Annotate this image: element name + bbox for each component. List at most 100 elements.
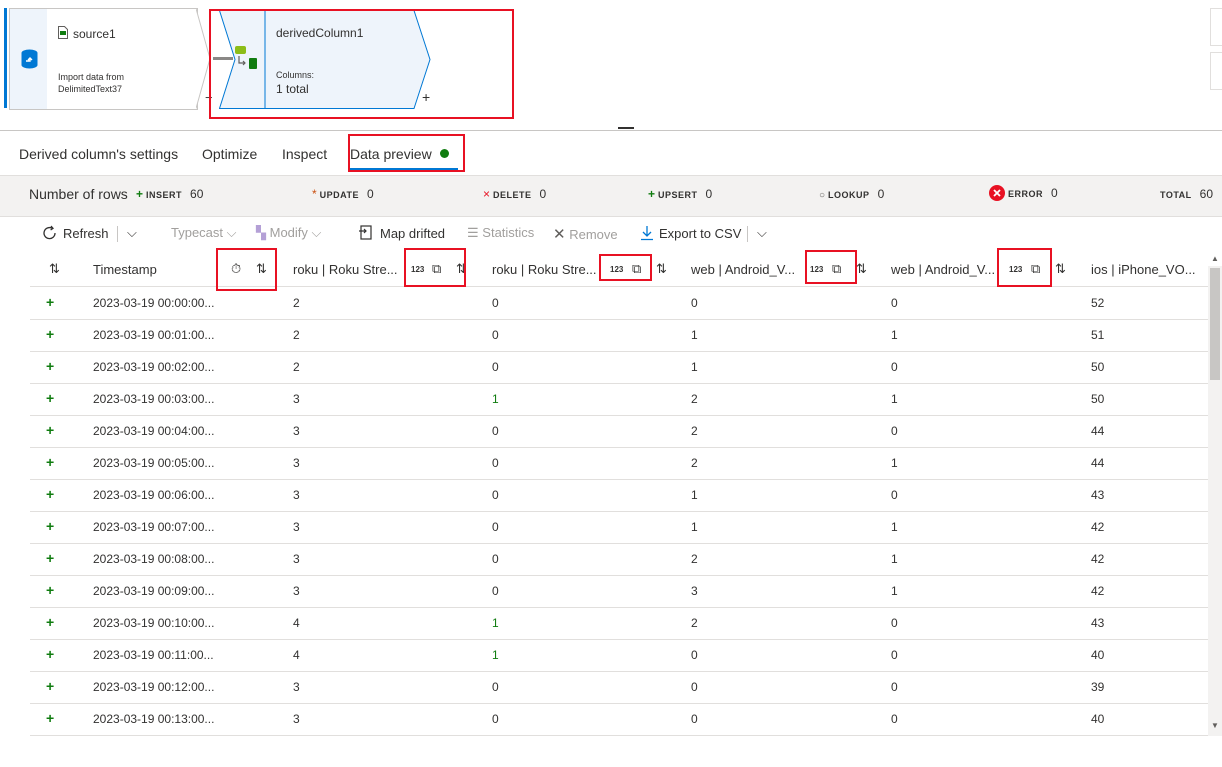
table-cell: 0: [891, 424, 898, 438]
table-row[interactable]: +2023-03-19 00:05:00... 3 0 2 1 44: [30, 447, 1208, 480]
table-cell: 0: [492, 360, 499, 374]
table-cell: 1: [691, 520, 698, 534]
table-cell: 42: [1091, 520, 1105, 534]
stat-error: ERROR 0: [989, 185, 1058, 201]
delete-icon: ×: [483, 187, 491, 201]
sort-all-icon[interactable]: ⇅: [49, 261, 60, 277]
scrollbar-thumb[interactable]: [1210, 268, 1220, 380]
table-row[interactable]: +2023-03-19 00:01:00... 2 0 1 1 51: [30, 319, 1208, 352]
insert-row-icon: +: [46, 518, 55, 534]
table-cell: 0: [891, 616, 898, 630]
table-cell: 3: [293, 456, 300, 470]
table-row[interactable]: +2023-03-19 00:07:00... 3 0 1 1 42: [30, 511, 1208, 544]
insert-row-icon: +: [46, 454, 55, 470]
table-cell: 2023-03-19 00:11:00...: [93, 648, 214, 662]
table-cell: 0: [492, 296, 499, 310]
table-cell: 0: [492, 424, 499, 438]
table-cell: 1: [691, 328, 698, 342]
typecast-chevron-icon: ⌵: [226, 225, 237, 240]
stat-delete: × DELETE 0: [483, 187, 547, 201]
column-header-timestamp[interactable]: Timestamp: [93, 262, 157, 277]
source-node-dataset: DelimitedText37: [58, 84, 123, 94]
table-row[interactable]: +2023-03-19 00:11:00... 4 1 0 0 40: [30, 639, 1208, 672]
stat-update: * UPDATE 0: [312, 187, 374, 201]
statistics-button[interactable]: ☰ Statistics: [467, 225, 534, 241]
export-options-chevron-icon[interactable]: ⌵: [757, 225, 767, 241]
table-cell: 1: [492, 648, 499, 662]
export-csv-button[interactable]: Export to CSV: [640, 225, 741, 241]
table-cell: 1: [492, 392, 499, 406]
table-cell: 40: [1091, 648, 1105, 662]
table-cell: 0: [492, 712, 499, 726]
insert-row-icon: +: [46, 614, 55, 630]
table-row[interactable]: +2023-03-19 00:13:00... 3 0 0 0 40: [30, 703, 1208, 736]
insert-row-icon: +: [46, 550, 55, 566]
modify-button[interactable]: ▚ Modify ⌵: [256, 225, 321, 241]
table-row[interactable]: +2023-03-19 00:10:00... 4 1 2 0 43: [30, 607, 1208, 640]
table-cell: 1: [891, 552, 898, 566]
table-cell: 0: [891, 680, 898, 694]
canvas-zoom-control[interactable]: [1210, 8, 1222, 46]
row-stats-bar: Number of rows + INSERT 60 * UPDATE 0 × DELET…: [0, 175, 1222, 217]
map-drifted-button[interactable]: Map drifted: [358, 225, 445, 241]
csv-file-icon: [58, 26, 68, 39]
table-row[interactable]: +2023-03-19 00:03:00... 3 1 2 1 50: [30, 383, 1208, 416]
table-cell: 0: [691, 680, 698, 694]
table-cell: 42: [1091, 584, 1105, 598]
sort-icon[interactable]: ⇅: [656, 261, 667, 277]
table-row[interactable]: +2023-03-19 00:09:00... 3 0 3 1 42: [30, 575, 1208, 608]
sort-icon[interactable]: ⇅: [856, 261, 867, 277]
table-cell: 3: [293, 520, 300, 534]
column-header-web-1[interactable]: web | Android_V...: [691, 262, 795, 277]
table-cell: 0: [492, 328, 499, 342]
tab-bar: Derived column's settings Optimize Inspe…: [0, 131, 1222, 175]
insert-row-icon: +: [46, 390, 55, 406]
sort-icon[interactable]: ⇅: [1055, 261, 1066, 277]
table-cell: 51: [1091, 328, 1105, 342]
table-row[interactable]: +2023-03-19 00:04:00... 3 0 2 0 44: [30, 415, 1208, 448]
scroll-down-icon[interactable]: ▼: [1211, 721, 1219, 730]
table-row[interactable]: +2023-03-19 00:12:00... 3 0 0 0 39: [30, 671, 1208, 704]
tab-derived-column-settings[interactable]: Derived column's settings: [19, 146, 178, 162]
table-cell: 1: [891, 456, 898, 470]
table-cell: 2: [691, 616, 698, 630]
table-cell: 2023-03-19 00:06:00...: [93, 488, 215, 502]
column-header-web-2[interactable]: web | Android_V...: [891, 262, 995, 277]
table-cell: 39: [1091, 680, 1105, 694]
source-node-accent: [4, 8, 7, 108]
database-icon: [21, 49, 38, 69]
column-header-roku-1[interactable]: roku | Roku Stre...: [293, 262, 398, 277]
update-icon: *: [312, 187, 317, 201]
table-cell: 1: [891, 584, 898, 598]
refresh-options-chevron-icon[interactable]: ⌵: [127, 225, 137, 241]
table-cell: 44: [1091, 456, 1105, 470]
refresh-button[interactable]: Refresh: [42, 225, 109, 241]
insert-row-icon: +: [46, 678, 55, 694]
tab-inspect[interactable]: Inspect: [282, 146, 327, 162]
table-cell: 2023-03-19 00:09:00...: [93, 584, 215, 598]
table-cell: 2: [691, 392, 698, 406]
insert-row-icon: +: [46, 294, 55, 310]
scroll-up-icon[interactable]: ▲: [1211, 254, 1219, 263]
table-row[interactable]: +2023-03-19 00:02:00... 2 0 1 0 50: [30, 351, 1208, 384]
typecast-button[interactable]: Typecast ⌵: [171, 225, 237, 241]
table-cell: 50: [1091, 360, 1105, 374]
table-row[interactable]: +2023-03-19 00:00:00... 2 0 0 0 52: [30, 287, 1208, 320]
tab-optimize[interactable]: Optimize: [202, 146, 257, 162]
refresh-icon: [43, 225, 56, 240]
panel-resize-handle[interactable]: [618, 127, 634, 129]
table-row[interactable]: +2023-03-19 00:06:00... 3 0 1 0 43: [30, 479, 1208, 512]
source-node-body: source1 Import data from DelimitedText37: [47, 8, 198, 110]
canvas-fit-control[interactable]: [1210, 52, 1222, 90]
column-header-ios[interactable]: ios | iPhone_VO...: [1091, 262, 1196, 277]
table-cell: 2023-03-19 00:08:00...: [93, 552, 215, 566]
map-drifted-icon: [359, 225, 372, 240]
data-preview-toolbar: Refresh ⌵ Typecast ⌵ ▚ Modify ⌵ Map drif…: [0, 216, 1222, 250]
modify-icon: ▚: [256, 225, 266, 240]
remove-button[interactable]: ✕ Remove: [553, 225, 618, 243]
table-row[interactable]: +2023-03-19 00:08:00... 3 0 2 1 42: [30, 543, 1208, 576]
column-header-roku-2[interactable]: roku | Roku Stre...: [492, 262, 597, 277]
table-cell: 44: [1091, 424, 1105, 438]
table-cell: 43: [1091, 488, 1105, 502]
insert-row-icon: +: [46, 582, 55, 598]
